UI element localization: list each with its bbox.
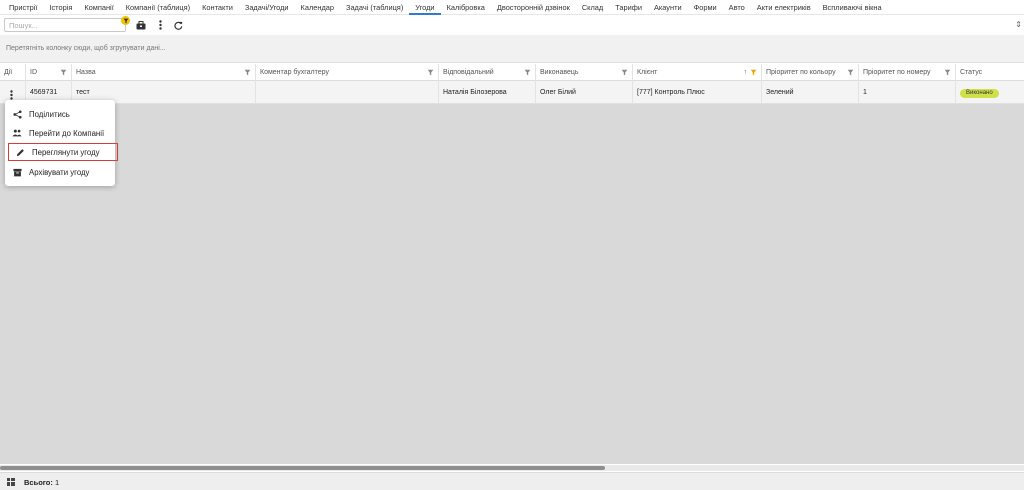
pencil-icon: [15, 147, 25, 157]
row-context-menu: Поділитись Перейти до Компанії Перегляну…: [5, 100, 118, 186]
tab-companies-table[interactable]: Компанії (таблиця): [120, 0, 196, 15]
archive-icon: [12, 167, 22, 177]
col-name[interactable]: Назва: [72, 64, 256, 81]
cell-status: Виконано: [956, 81, 1024, 104]
col-priority-color[interactable]: Пріоритет по кольору: [762, 64, 859, 81]
col-actions: Дії: [0, 64, 26, 81]
tab-tariffs[interactable]: Тарифи: [609, 0, 648, 15]
filter-icon[interactable]: [847, 69, 854, 76]
col-client-label: Клієнт: [637, 69, 658, 76]
tab-popups[interactable]: Вспливаючі вікна: [817, 0, 888, 15]
tab-tasks-table[interactable]: Задачі (таблиця): [340, 0, 409, 15]
tab-calendar[interactable]: Календар: [295, 0, 340, 15]
search-input[interactable]: [4, 18, 126, 32]
filter-icon[interactable]: [944, 69, 951, 76]
col-id[interactable]: ID: [26, 64, 72, 81]
filter-icon[interactable]: [244, 69, 251, 76]
col-responsible[interactable]: Відповідальний: [439, 64, 536, 81]
menu-item-archive-deal[interactable]: Архівувати угоду: [5, 163, 115, 181]
columns-chooser-icon[interactable]: [7, 478, 15, 488]
tab-forms[interactable]: Форми: [688, 0, 723, 15]
col-responsible-label: Відповідальний: [443, 69, 494, 76]
col-name-label: Назва: [76, 69, 96, 76]
col-priority-number[interactable]: Пріоритет по номеру: [859, 64, 956, 81]
menu-item-label: Архівувати угоду: [29, 167, 90, 177]
share-icon: [12, 109, 22, 119]
menu-item-label: Переглянути угоду: [32, 147, 100, 157]
tab-contacts[interactable]: Контакти: [196, 0, 239, 15]
toolbox-icon[interactable]: [135, 19, 147, 31]
total-count: Всього: 1: [24, 478, 59, 487]
grid-body: [0, 104, 1024, 464]
total-label: Всього:: [24, 478, 53, 487]
menu-item-share[interactable]: Поділитись: [5, 105, 115, 123]
menu-item-label: Перейти до Компанії: [29, 128, 105, 138]
col-status[interactable]: Статус: [956, 64, 1024, 81]
tab-devices[interactable]: Пристрії: [3, 0, 43, 15]
tab-accounts[interactable]: Акаунти: [648, 0, 688, 15]
tab-deals[interactable]: Угоди: [409, 0, 441, 15]
filter-active-icon[interactable]: [121, 16, 130, 25]
tab-two-way-call[interactable]: Двосторонній дзвінок: [491, 0, 576, 15]
menu-item-label: Поділитись: [29, 109, 70, 119]
col-priority-color-label: Пріоритет по кольору: [766, 69, 836, 76]
expand-caret-icon[interactable]: ⇕: [1015, 20, 1022, 29]
col-priority-number-label: Пріоритет по номеру: [863, 69, 931, 76]
cell-responsible: Наталія Білозерова: [439, 81, 536, 104]
cell-comment: [256, 81, 439, 104]
table-row[interactable]: 4569731 тест Наталія Білозерова Олег Біл…: [0, 81, 1024, 104]
col-id-label: ID: [30, 69, 37, 76]
tab-warehouse[interactable]: Склад: [576, 0, 609, 15]
toolbar: ⇕: [0, 16, 1024, 35]
filter-active-icon[interactable]: [750, 69, 757, 76]
menu-item-view-deal[interactable]: Переглянути угоду: [8, 143, 118, 161]
col-executor[interactable]: Виконавець: [536, 64, 633, 81]
tab-tasks-deals[interactable]: Задачі/Угоди: [239, 0, 295, 15]
tab-history[interactable]: Історія: [43, 0, 78, 15]
total-value: 1: [54, 478, 60, 487]
col-client[interactable]: Клієнт ↑: [633, 64, 762, 81]
filter-icon[interactable]: [524, 69, 531, 76]
cell-priority-number: 1: [859, 81, 956, 104]
grid-header: Дії ID Назва Коментар бухгалтеру Відпові…: [0, 64, 1024, 81]
cell-priority-color: Зелений: [762, 81, 859, 104]
col-comment[interactable]: Коментар бухгалтеру: [256, 64, 439, 81]
scrollbar-thumb[interactable]: [0, 466, 605, 470]
tab-calibration[interactable]: Калібровка: [441, 0, 491, 15]
people-icon: [12, 128, 22, 138]
footer: Всього: 1: [0, 472, 1024, 490]
status-badge: Виконано: [960, 89, 999, 98]
col-comment-label: Коментар бухгалтеру: [260, 69, 329, 76]
tab-electrician-acts[interactable]: Акти електриків: [751, 0, 817, 15]
menu-item-go-to-company[interactable]: Перейти до Компанії: [5, 124, 115, 142]
refresh-icon[interactable]: [172, 19, 184, 31]
group-drop-area[interactable]: Перетягніть колонку сюди, щоб згрупувати…: [0, 35, 1024, 63]
cell-executor: Олег Білий: [536, 81, 633, 104]
horizontal-scrollbar[interactable]: [0, 465, 1024, 471]
filter-icon[interactable]: [60, 69, 67, 76]
tab-companies[interactable]: Компанії: [78, 0, 119, 15]
more-vertical-icon[interactable]: [154, 19, 166, 31]
col-actions-label: Дії: [4, 69, 13, 76]
group-hint: Перетягніть колонку сюди, щоб згрупувати…: [6, 45, 166, 52]
filter-icon[interactable]: [621, 69, 628, 76]
top-nav: Пристрії Історія Компанії Компанії (табл…: [0, 0, 1024, 15]
sort-asc-icon[interactable]: ↑: [744, 64, 748, 81]
cell-client: [777] Контроль Плюс: [633, 81, 762, 104]
filter-icon[interactable]: [427, 69, 434, 76]
col-executor-label: Виконавець: [540, 69, 579, 76]
col-status-label: Статус: [960, 69, 983, 76]
tab-auto[interactable]: Авто: [723, 0, 751, 15]
